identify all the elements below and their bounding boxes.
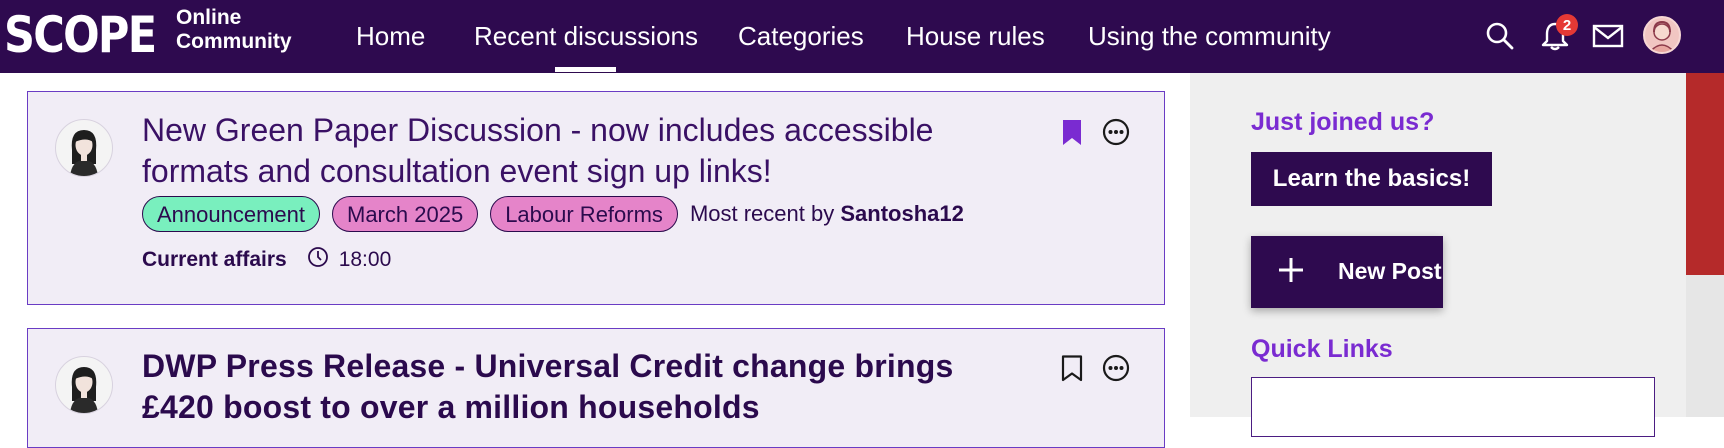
top-navigation-bar: SCOPE Online Community Home Recent discu… — [0, 0, 1724, 73]
nav-house-rules[interactable]: House rules — [906, 21, 1045, 51]
most-recent-info: Most recent by Santosha12 — [690, 201, 964, 227]
logo-subtitle-line2: Community — [176, 30, 292, 53]
active-nav-indicator — [555, 67, 616, 72]
most-recent-user[interactable]: Santosha12 — [840, 201, 964, 226]
plus-icon — [1277, 256, 1305, 284]
search-icon[interactable] — [1482, 18, 1518, 54]
nav-home[interactable]: Home — [356, 21, 425, 51]
scope-logo[interactable]: SCOPE — [4, 6, 180, 64]
nav-recent-discussions[interactable]: Recent discussions — [474, 21, 698, 51]
just-joined-heading: Just joined us? — [1251, 108, 1435, 136]
logo-subtitle: Online Community — [176, 6, 292, 54]
bookmark-filled-icon[interactable] — [1057, 117, 1087, 147]
discussion-title[interactable]: New Green Paper Discussion - now include… — [142, 110, 1022, 192]
nav-using-the-community[interactable]: Using the community — [1088, 21, 1331, 51]
discussion-tags: Announcement March 2025 Labour Reforms M… — [142, 196, 964, 232]
mail-icon[interactable] — [1590, 18, 1626, 54]
author-avatar[interactable] — [55, 119, 113, 177]
discussion-card[interactable]: DWP Press Release - Universal Credit cha… — [27, 328, 1165, 448]
author-avatar[interactable] — [55, 356, 113, 414]
clock-icon — [307, 246, 329, 274]
learn-the-basics-button[interactable]: Learn the basics! — [1251, 152, 1492, 206]
logo-wordmark: SCOPE — [4, 6, 157, 64]
quick-links-heading: Quick Links — [1251, 335, 1393, 363]
more-options-icon[interactable] — [1101, 353, 1131, 383]
tag-announcement[interactable]: Announcement — [142, 196, 320, 232]
discussion-card[interactable]: New Green Paper Discussion - now include… — [27, 91, 1165, 305]
tag-march-2025[interactable]: March 2025 — [332, 196, 479, 232]
new-post-label: New Post — [1338, 258, 1442, 284]
discussion-time: 18:00 — [338, 248, 392, 271]
discussion-title[interactable]: DWP Press Release - Universal Credit cha… — [142, 346, 1022, 428]
user-avatar[interactable] — [1643, 16, 1681, 54]
more-options-icon[interactable] — [1101, 117, 1131, 147]
quick-links-panel — [1251, 377, 1655, 437]
nav-categories[interactable]: Categories — [738, 21, 864, 51]
discussion-meta: Current affairs 18:00 — [142, 246, 391, 274]
new-post-button[interactable]: New Post — [1251, 236, 1443, 308]
discussion-category[interactable]: Current affairs — [142, 248, 287, 272]
notification-count-badge: 2 — [1556, 14, 1578, 36]
scrollbar-thumb[interactable] — [1686, 73, 1724, 275]
most-recent-prefix: Most recent by — [689, 201, 835, 226]
bookmark-outline-icon[interactable] — [1057, 353, 1087, 383]
logo-subtitle-line1: Online — [176, 6, 242, 29]
tag-labour-reforms[interactable]: Labour Reforms — [490, 196, 678, 232]
